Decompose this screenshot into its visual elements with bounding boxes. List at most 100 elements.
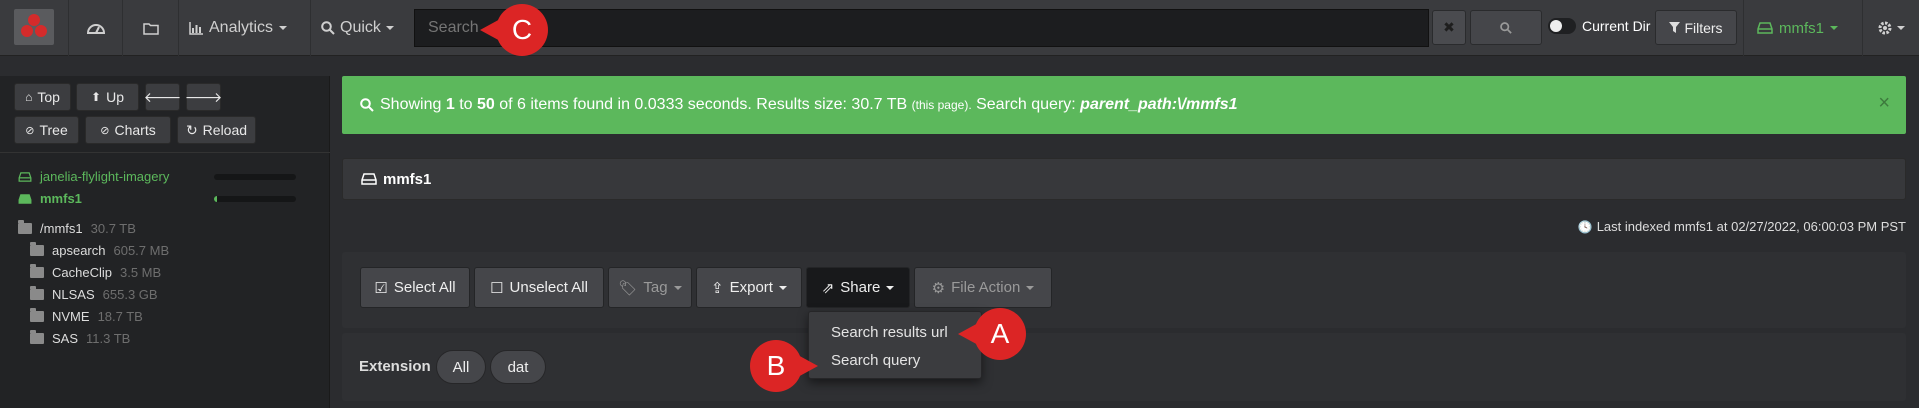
home-icon: ⌂ <box>25 90 33 104</box>
share-button[interactable]: ⇗ Share <box>806 267 910 308</box>
hard-drive-icon <box>18 193 32 204</box>
search-icon <box>321 21 335 35</box>
file-action-button[interactable]: ⚙ File Action <box>914 267 1052 308</box>
usage-fill <box>214 196 218 202</box>
quick-label: Quick <box>340 19 381 36</box>
export-icon: ⇪ <box>711 279 724 297</box>
folder-name: SAS <box>52 331 79 346</box>
checkbox-empty-icon: ☐ <box>490 279 504 297</box>
up-label: Up <box>106 89 124 105</box>
charts-label: Charts <box>114 122 156 138</box>
tag-button[interactable]: 🏷 Tag <box>608 267 692 308</box>
up-button[interactable]: ⬆ Up <box>76 83 139 111</box>
callout-b: B <box>750 340 818 392</box>
alert-prefix: Showing <box>380 96 442 113</box>
sidebar: ⌂ Top ⬆ Up 🡐 🡒 ⊘ Tree ⊘ Charts ↻ Reload … <box>0 76 330 408</box>
checkbox-checked-icon: ☑ <box>374 279 388 297</box>
tree-folder[interactable]: NLSAS 655.3 GB <box>30 286 158 302</box>
settings-menu[interactable] <box>1862 0 1919 56</box>
folder-size: 18.7 TB <box>97 309 143 324</box>
menu-item-search-query[interactable]: Search query <box>831 352 920 369</box>
cogs-icon: ⚙ <box>931 279 946 297</box>
folder-name: apsearch <box>52 243 106 258</box>
current-dir-toggle[interactable]: Current Dir <box>1548 18 1650 34</box>
forward-button[interactable]: 🡒 <box>184 83 223 111</box>
reload-button[interactable]: ↻ Reload <box>177 116 256 144</box>
alert-start: 1 <box>445 96 455 113</box>
index-panel-header: mmfs1 <box>342 158 1906 200</box>
unselect-all-label: Unselect All <box>509 279 588 296</box>
extension-pill-dat[interactable]: dat <box>490 350 546 384</box>
panel-title: mmfs1 <box>383 170 432 188</box>
search-icon <box>1500 21 1512 34</box>
tree-folder[interactable]: SAS 11.3 TB <box>30 330 130 346</box>
folder-icon <box>18 220 32 234</box>
folder-name: /mmfs1 <box>40 221 83 236</box>
quick-menu[interactable]: Quick <box>310 0 406 56</box>
folder-name: NVME <box>52 309 90 324</box>
logo-icon <box>21 14 47 37</box>
toggle-switch[interactable] <box>1548 18 1576 34</box>
charts-toggle-button[interactable]: ⊘ Charts <box>85 116 171 144</box>
folder-icon <box>30 242 44 256</box>
eye-slash-icon: ⊘ <box>100 124 110 137</box>
arrow-left-icon: 🡐 <box>143 88 182 105</box>
hard-drive-icon <box>18 171 32 182</box>
chevron-down-icon <box>1026 285 1035 290</box>
close-alert-button[interactable]: × <box>1878 92 1890 115</box>
top-button[interactable]: ⌂ Top <box>14 83 71 111</box>
folder-size: 655.3 GB <box>102 287 158 302</box>
analytics-label: Analytics <box>209 19 274 36</box>
tag-label: Tag <box>643 279 668 296</box>
user-label: mmfs1 <box>1779 19 1824 37</box>
filters-label: Filters <box>1684 19 1723 36</box>
search-input[interactable] <box>415 10 1428 46</box>
extension-filter-row: Extension <box>342 333 1906 401</box>
search-submit-button[interactable] <box>1470 10 1542 45</box>
filters-button[interactable]: Filters <box>1655 10 1737 45</box>
dashboard-button[interactable] <box>68 0 122 56</box>
analytics-menu[interactable]: Analytics <box>178 0 298 56</box>
tree-folder[interactable]: CacheClip 3.5 MB <box>30 264 162 280</box>
extension-pill-all[interactable]: All <box>436 350 486 384</box>
file-browser-button[interactable] <box>122 0 178 56</box>
folder-icon <box>30 264 44 278</box>
app-logo[interactable] <box>14 9 54 45</box>
alert-end: 50 <box>476 96 495 113</box>
chevron-down-icon <box>1897 26 1905 30</box>
user-menu[interactable]: mmfs1 <box>1743 0 1853 56</box>
share-dropdown-menu: Search results url Search query <box>808 311 982 379</box>
tree-toggle-button[interactable]: ⊘ Tree <box>14 116 79 144</box>
alert-query-label: Search query: <box>976 96 1076 113</box>
clock-icon: 🕓 <box>1577 219 1593 234</box>
unselect-all-button[interactable]: ☐ Unselect All <box>474 267 604 308</box>
folder-size: 3.5 MB <box>119 265 162 280</box>
index-item-janelia[interactable]: janelia-flylight-imagery <box>18 169 169 184</box>
clear-search-button[interactable]: ✖ <box>1432 10 1466 45</box>
back-button[interactable]: 🡐 <box>143 83 182 111</box>
select-all-button[interactable]: ☑ Select All <box>360 267 470 308</box>
search-box <box>414 9 1429 47</box>
alert-this-page: (this page). <box>911 98 972 112</box>
tree-label: Tree <box>39 122 68 138</box>
folder-icon <box>30 286 44 300</box>
menu-item-search-results-url[interactable]: Search results url <box>831 324 948 341</box>
chevron-down-icon <box>1830 26 1838 30</box>
alert-query: parent_path:\/mmfs1 <box>1080 96 1238 113</box>
arrow-up-circle-icon: ⬆ <box>91 90 102 104</box>
tree-folder[interactable]: NVME 18.7 TB <box>30 308 143 324</box>
export-button[interactable]: ⇪ Export <box>696 267 802 308</box>
index-item-mmfs1[interactable]: mmfs1 <box>18 191 82 206</box>
folder-icon <box>142 22 159 35</box>
share-icon: ⇗ <box>821 279 835 297</box>
last-indexed: 🕓 Last indexed mmfs1 at 02/27/2022, 06:0… <box>1578 219 1906 234</box>
callout-c: C <box>480 4 548 56</box>
tree-root[interactable]: /mmfs1 30.7 TB <box>18 220 136 236</box>
last-indexed-text: Last indexed mmfs1 at 02/27/2022, 06:00:… <box>1596 219 1906 234</box>
tree-folder[interactable]: apsearch 605.7 MB <box>30 242 170 258</box>
top-navbar: Analytics Quick ✖ Current Dir Filters mm… <box>0 0 1919 56</box>
export-label: Export <box>729 279 773 296</box>
folder-size: 605.7 MB <box>113 243 170 258</box>
index-usage-bar <box>214 196 296 202</box>
arrow-right-icon: 🡒 <box>184 88 223 105</box>
